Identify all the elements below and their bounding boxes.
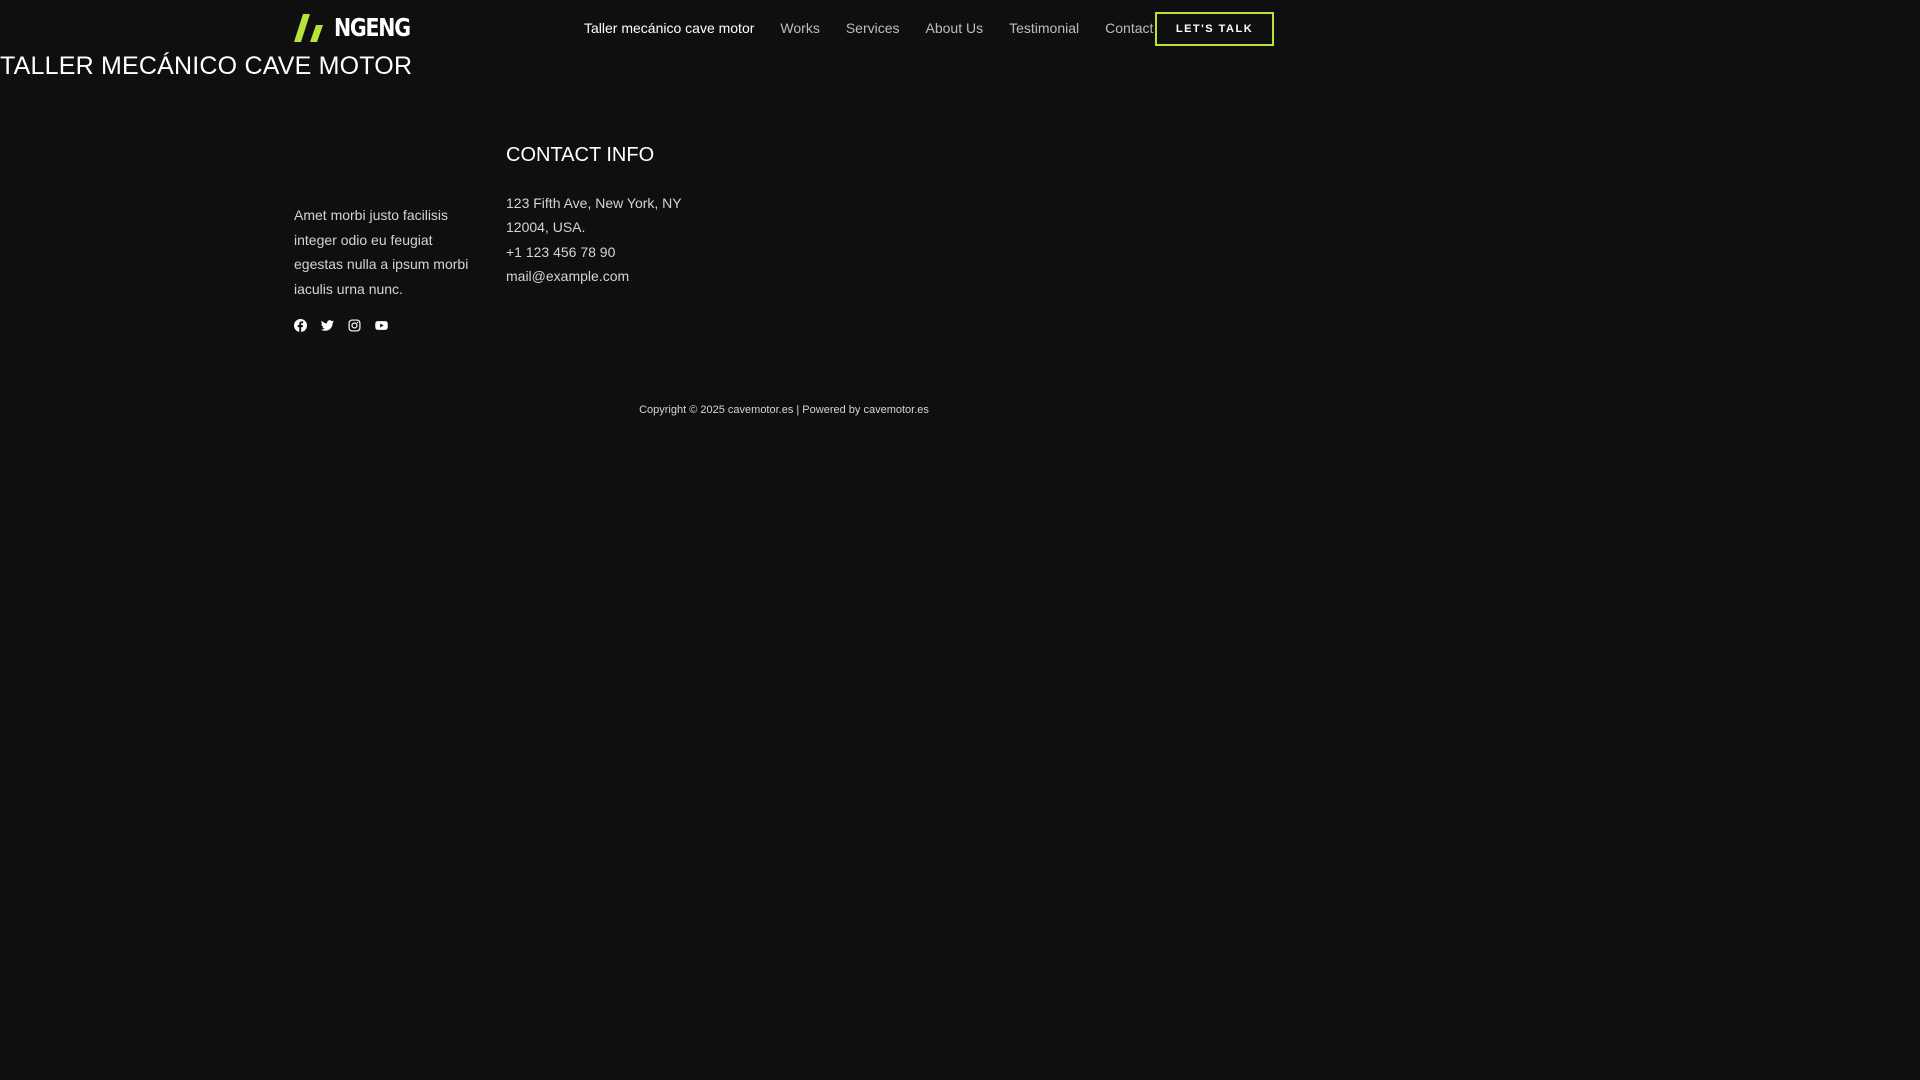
about-text: Amet morbi justo facilisis integer odio … (294, 207, 469, 297)
facebook-icon[interactable] (294, 319, 307, 332)
phone-number: +1 123 456 78 90 (506, 243, 616, 260)
youtube-icon[interactable] (375, 319, 388, 332)
copyright-bar: Copyright © 2025 cavemotor.es | Powered … (0, 404, 1568, 416)
nav-item-services[interactable]: Services (846, 20, 900, 36)
main-nav: Taller mecánico cave motor Works Service… (584, 0, 1179, 56)
lets-talk-button[interactable]: LET'S TALK (1155, 12, 1274, 46)
nav-item-works[interactable]: Works (780, 20, 819, 36)
nav-item-contact[interactable]: Contact (1105, 20, 1153, 36)
logo-text: NGENG (334, 13, 411, 42)
instagram-icon[interactable] (348, 319, 361, 332)
email-address: mail@example.com (506, 267, 630, 284)
site-logo[interactable]: NGENG (294, 14, 426, 42)
page-title: TALLER MECÁNICO CAVE MOTOR (0, 52, 413, 80)
twitter-icon[interactable] (321, 319, 334, 332)
address-line-2: 12004, USA. (506, 219, 586, 236)
copyright-text: Copyright © 2025 cavemotor.es | Powered … (639, 404, 861, 416)
address-line-1: 123 Fifth Ave, New York, NY (506, 195, 682, 211)
nav-item-testimonial[interactable]: Testimonial (1009, 20, 1079, 36)
site-header: NGENG Taller mecánico cave motor Works S… (0, 0, 1568, 56)
social-links (294, 319, 402, 332)
contact-info: 123 Fifth Ave, New York, NY 12004, USA. … (506, 191, 696, 288)
contact-info-heading: CONTACT INFO (506, 144, 655, 166)
nav-item-about-us[interactable]: About Us (926, 20, 984, 36)
logo-mark-icon (294, 14, 323, 42)
nav-item-taller[interactable]: Taller mecánico cave motor (584, 20, 754, 36)
powered-by-link[interactable]: cavemotor.es (863, 404, 928, 416)
